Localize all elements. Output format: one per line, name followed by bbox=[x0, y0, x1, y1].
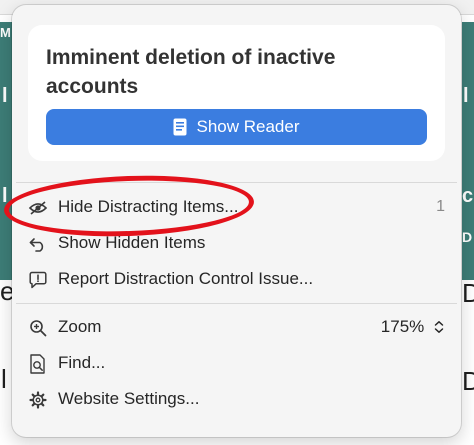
article-title: Imminent deletion of inactive accounts bbox=[46, 46, 336, 98]
zoom-magnifier-icon bbox=[28, 318, 48, 338]
menu-divider bbox=[16, 303, 457, 304]
bg-letter: D bbox=[462, 278, 474, 308]
menu-item-label: Report Distraction Control Issue... bbox=[58, 269, 314, 288]
menu-item-find[interactable]: Find... bbox=[12, 345, 461, 381]
zoom-level-control[interactable]: 175% bbox=[381, 317, 445, 337]
show-reader-label: Show Reader bbox=[196, 117, 300, 136]
gear-icon bbox=[28, 390, 48, 410]
reader-icon bbox=[173, 118, 187, 136]
bg-letter: D bbox=[462, 366, 474, 396]
menu-item-label: Find... bbox=[58, 353, 106, 372]
menu-item-website-settings[interactable]: Website Settings... bbox=[12, 381, 461, 417]
bg-letter: l bbox=[463, 85, 469, 107]
find-document-icon bbox=[28, 354, 48, 374]
undo-arrow-icon bbox=[28, 234, 48, 254]
bg-letter: M bbox=[0, 25, 11, 40]
chevron-up-down-icon bbox=[434, 321, 444, 333]
report-bubble-icon bbox=[28, 270, 48, 290]
show-reader-button[interactable]: Show Reader bbox=[46, 109, 427, 145]
bg-letter: l bbox=[2, 85, 8, 107]
bg-letter: l bbox=[1, 364, 7, 394]
page-banner-left bbox=[0, 22, 12, 280]
menu-item-label: Show Hidden Items bbox=[58, 233, 206, 252]
menu-item-label: Zoom bbox=[58, 317, 102, 336]
hidden-count: 1 bbox=[436, 198, 445, 215]
menu-item-label: Website Settings... bbox=[58, 389, 200, 408]
menu-item-report-issue[interactable]: Report Distraction Control Issue... bbox=[12, 261, 461, 297]
reader-card: Imminent deletion of inactive accounts S… bbox=[28, 25, 445, 161]
zoom-level-value: 175% bbox=[380, 317, 425, 336]
menu-item-zoom[interactable]: Zoom 175% bbox=[12, 309, 461, 345]
bg-letter: c bbox=[462, 185, 474, 207]
bg-letter: D bbox=[462, 229, 473, 245]
